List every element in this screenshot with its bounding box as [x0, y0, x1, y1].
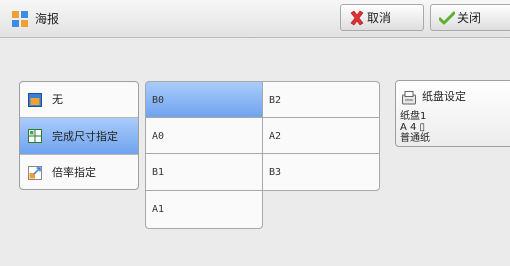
size-b2-button[interactable]: B2	[262, 81, 380, 118]
size-label: B3	[269, 167, 282, 178]
size-grid: B0 A0 B1 A1 B2 A2 B3	[145, 81, 380, 229]
size-label: A2	[269, 131, 282, 142]
size-b0-button[interactable]: B0	[145, 81, 263, 118]
mode-label: 完成尺寸指定	[52, 130, 118, 143]
size-label: B1	[152, 167, 165, 178]
size-b1-button[interactable]: B1	[145, 153, 263, 191]
finished-size-icon	[28, 129, 42, 143]
title-bar: 海报 取消 关闭	[0, 0, 510, 38]
tray-number: 纸盘1	[400, 111, 427, 122]
window-title: 海报	[35, 12, 60, 26]
size-b3-button[interactable]: B3	[262, 153, 380, 191]
cancel-x-icon	[350, 10, 364, 26]
magnification-icon	[28, 166, 42, 180]
size-a1-button[interactable]: A1	[145, 190, 263, 229]
size-label: A1	[152, 204, 165, 215]
close-button[interactable]: 关闭	[430, 4, 510, 31]
close-label: 关闭	[457, 11, 482, 25]
size-label: A0	[152, 131, 165, 142]
mode-label: 倍率指定	[52, 166, 96, 179]
size-label: B2	[269, 95, 282, 106]
size-a0-button[interactable]: A0	[145, 117, 263, 154]
cancel-label: 取消	[367, 11, 392, 25]
check-icon	[439, 11, 455, 25]
mode-option-none[interactable]: 无	[20, 82, 138, 118]
mode-label: 无	[52, 93, 63, 106]
tray-paper-type: 普通纸	[400, 133, 430, 144]
paper-tray-button[interactable]: 纸盘设定 纸盘1 A 4 ▯ 普通纸	[395, 80, 510, 147]
size-label: B0	[152, 95, 165, 106]
cancel-button[interactable]: 取消	[340, 4, 424, 31]
no-poster-icon	[28, 93, 42, 107]
size-a2-button[interactable]: A2	[262, 117, 380, 154]
mode-list: 无 完成尺寸指定 倍率指定	[19, 81, 139, 190]
poster-icon	[12, 11, 28, 27]
paper-tray-heading: 纸盘设定	[422, 90, 466, 103]
mode-option-finished-size[interactable]: 完成尺寸指定	[20, 118, 138, 155]
paper-tray-icon	[402, 91, 416, 105]
mode-option-magnification[interactable]: 倍率指定	[20, 155, 138, 189]
tray-paper-size: A 4 ▯	[400, 122, 426, 133]
